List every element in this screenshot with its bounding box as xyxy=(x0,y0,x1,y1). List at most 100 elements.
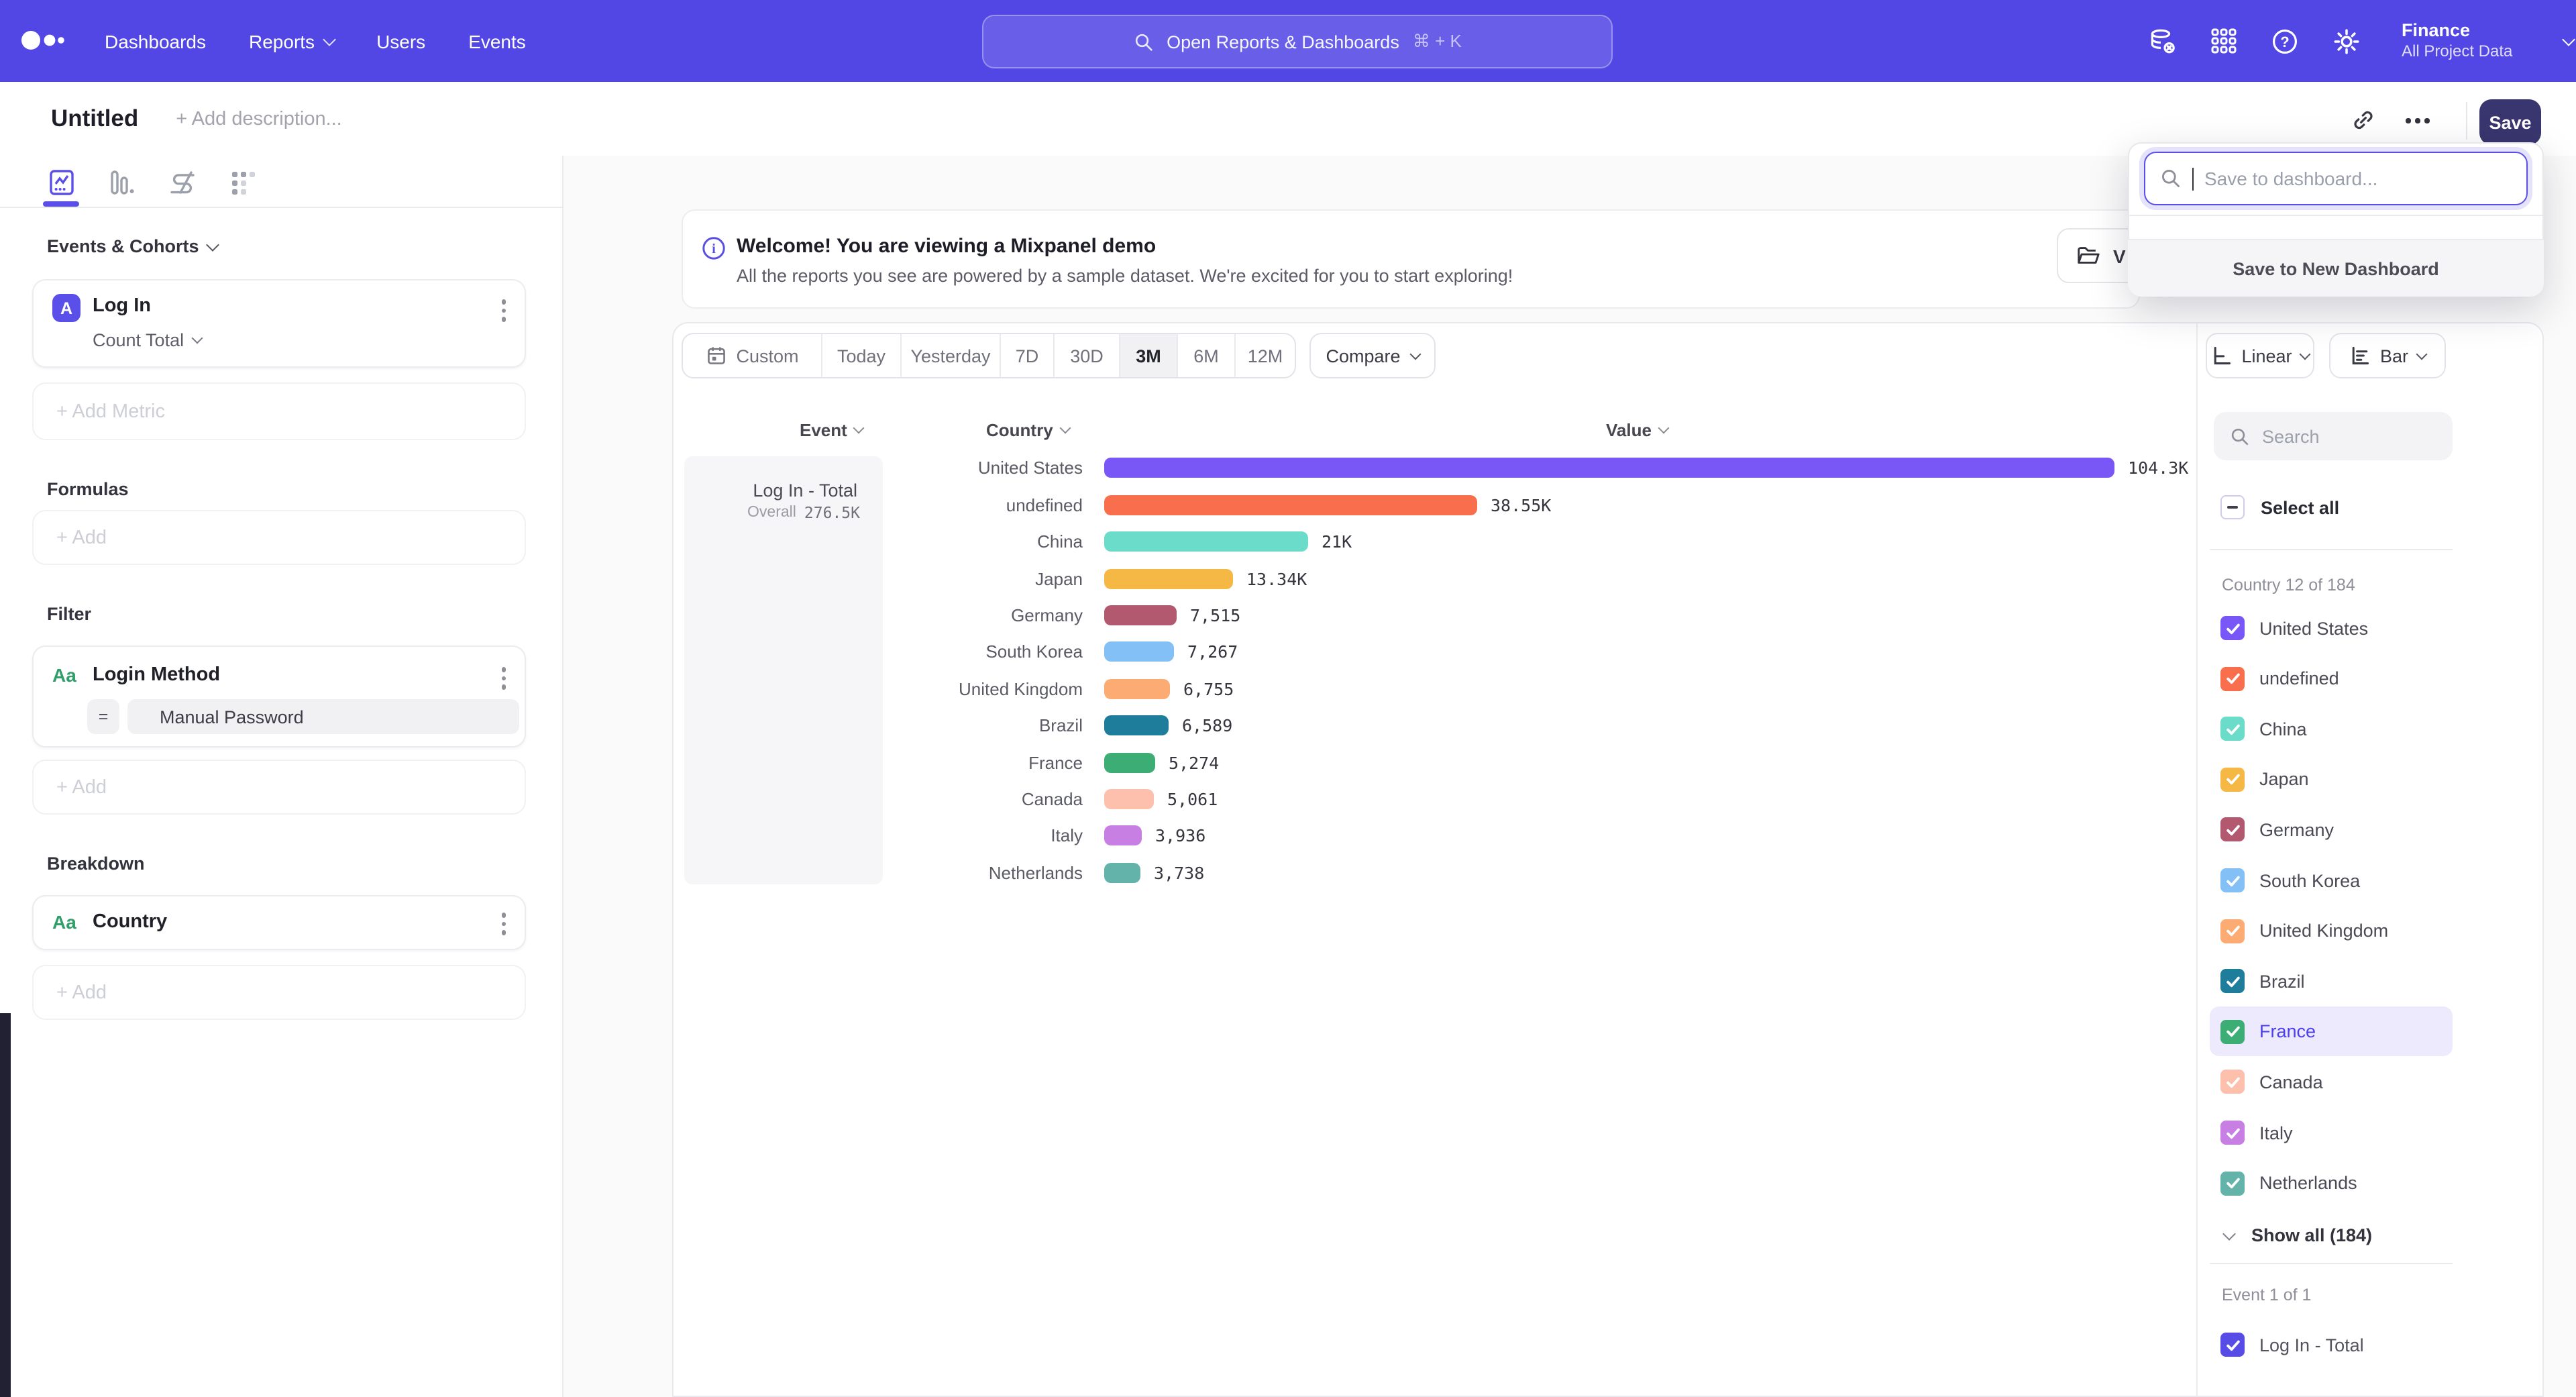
legend-item-japan[interactable]: Japan xyxy=(2210,755,2453,805)
legend-item-undefined[interactable]: undefined xyxy=(2210,654,2453,703)
event-name[interactable]: Log In xyxy=(93,295,151,317)
breakdown-kebab-icon[interactable] xyxy=(501,913,506,935)
item-checkbox[interactable] xyxy=(2220,717,2245,741)
legend-item-germany[interactable]: Germany xyxy=(2210,805,2453,855)
bar-segment[interactable] xyxy=(1104,863,1140,883)
data-management-icon[interactable] xyxy=(2148,26,2178,56)
bar-segment[interactable] xyxy=(1104,789,1154,809)
events-section-header[interactable]: Events & Cohorts xyxy=(47,236,218,256)
select-all-label: Select all xyxy=(2261,497,2339,517)
add-metric-button[interactable]: + Add Metric xyxy=(32,382,526,440)
project-selector[interactable]: Finance All Project Data xyxy=(2402,19,2512,62)
chart-row-brazil: Brazil6,589 xyxy=(0,707,2576,744)
copy-link-icon[interactable] xyxy=(2351,107,2376,133)
select-all-row[interactable]: Select all xyxy=(2220,495,2339,519)
bar-segment[interactable] xyxy=(1104,495,1477,515)
aggregation-dropdown[interactable]: Count Total xyxy=(93,330,201,350)
range-3m[interactable]: 3M xyxy=(1120,334,1178,377)
bar-segment[interactable] xyxy=(1104,679,1170,699)
item-checkbox[interactable] xyxy=(2220,969,2245,993)
bar-segment[interactable] xyxy=(1104,532,1308,552)
category-label: Brazil xyxy=(1039,715,1083,735)
column-header-country[interactable]: Country xyxy=(986,420,1069,440)
item-checkbox[interactable] xyxy=(2220,666,2245,690)
chart-type-dropdown[interactable]: Bar xyxy=(2329,333,2446,378)
bar-segment[interactable] xyxy=(1104,642,1174,662)
tab-retention-icon[interactable] xyxy=(228,168,258,197)
item-checkbox[interactable] xyxy=(2220,919,2245,943)
item-checkbox[interactable] xyxy=(2220,1121,2245,1145)
add-breakdown-button[interactable]: + Add xyxy=(32,965,526,1020)
property-type-badge: Aa xyxy=(52,911,76,933)
more-options-button[interactable] xyxy=(2406,118,2429,123)
breakdown-card-country[interactable]: Aa Country xyxy=(32,895,526,950)
value-label: 3,738 xyxy=(1154,862,1204,882)
bar-segment[interactable] xyxy=(1104,458,2114,478)
legend-item-netherlands[interactable]: Netherlands xyxy=(2210,1158,2453,1208)
breakdown-property-name[interactable]: Country xyxy=(93,911,167,933)
topnav-item-dashboards[interactable]: Dashboards xyxy=(105,30,206,52)
item-checkbox[interactable] xyxy=(2220,1070,2245,1094)
bar-segment[interactable] xyxy=(1104,826,1142,846)
bar-segment[interactable] xyxy=(1104,716,1169,736)
help-icon[interactable]: ? xyxy=(2270,26,2300,56)
range-6m[interactable]: 6M xyxy=(1178,334,1236,377)
legend-search-input[interactable]: Search xyxy=(2214,412,2453,460)
range-30d[interactable]: 30D xyxy=(1055,334,1120,377)
item-checkbox[interactable] xyxy=(2220,818,2245,842)
bar-segment[interactable] xyxy=(1104,568,1233,588)
legend-item-china[interactable]: China xyxy=(2210,704,2453,754)
mixpanel-logo-icon[interactable] xyxy=(16,23,75,58)
legend-item-italy[interactable]: Italy xyxy=(2210,1108,2453,1157)
item-checkbox[interactable] xyxy=(2220,768,2245,792)
item-checkbox[interactable] xyxy=(2220,616,2245,640)
bar-segment[interactable] xyxy=(1104,605,1177,625)
legend-event-row[interactable]: Log In - Total xyxy=(2220,1333,2364,1357)
apps-grid-icon[interactable] xyxy=(2210,27,2238,55)
settings-gear-icon[interactable] xyxy=(2332,26,2361,56)
item-label: Netherlands xyxy=(2259,1173,2357,1193)
legend-item-brazil[interactable]: Brazil xyxy=(2210,956,2453,1006)
range-yesterday[interactable]: Yesterday xyxy=(902,334,1001,377)
tab-flows-icon[interactable] xyxy=(168,168,197,197)
column-header-event[interactable]: Event xyxy=(800,420,863,440)
legend-item-united-kingdom[interactable]: United Kingdom xyxy=(2210,906,2453,955)
show-all-button[interactable]: Show all (184) xyxy=(2224,1225,2372,1245)
scale-dropdown[interactable]: Linear xyxy=(2206,333,2314,378)
range-today[interactable]: Today xyxy=(822,334,902,377)
save-to-new-dashboard-button[interactable]: Save to New Dashboard xyxy=(2128,239,2544,297)
topnav-item-users[interactable]: Users xyxy=(376,30,425,52)
save-dashboard-search-input[interactable]: Save to dashboard... xyxy=(2144,152,2528,205)
legend-item-south-korea[interactable]: South Korea xyxy=(2210,856,2453,905)
bar-segment[interactable] xyxy=(1104,752,1155,772)
select-all-checkbox-indeterminate[interactable] xyxy=(2220,495,2245,519)
range-12m[interactable]: 12M xyxy=(1236,334,1295,377)
column-header-value[interactable]: Value xyxy=(1606,420,1668,440)
topnav-item-events[interactable]: Events xyxy=(468,30,526,52)
item-checkbox[interactable] xyxy=(2220,1171,2245,1195)
chart-row-china: China21K xyxy=(0,523,2576,560)
item-label: France xyxy=(2259,1022,2316,1042)
topnav-item-reports[interactable]: Reports xyxy=(249,30,333,52)
project-chevron-down-icon[interactable] xyxy=(2562,32,2575,46)
top-nav-right: ? Finance All Project Data xyxy=(2148,0,2573,82)
add-description-button[interactable]: + Add description... xyxy=(176,108,341,130)
tab-insights-icon[interactable] xyxy=(47,168,76,197)
compare-button[interactable]: Compare xyxy=(1309,333,1436,378)
legend-item-france[interactable]: France xyxy=(2210,1007,2453,1057)
report-title[interactable]: Untitled xyxy=(51,105,138,133)
item-checkbox[interactable] xyxy=(2220,1020,2245,1044)
legend-item-united-states[interactable]: United States xyxy=(2210,603,2453,653)
global-search-button[interactable]: Open Reports & Dashboards ⌘ + K xyxy=(982,15,1613,68)
chart-row-united-states: United States104.3K xyxy=(0,450,2576,487)
tab-funnels-icon[interactable] xyxy=(107,168,137,197)
range-7d[interactable]: 7D xyxy=(1001,334,1055,377)
metric-card-log-in[interactable]: A Log In Count Total xyxy=(32,279,526,368)
metric-kebab-icon[interactable] xyxy=(501,299,506,321)
event-checkbox[interactable] xyxy=(2220,1333,2245,1357)
chart-row-japan: Japan13.34K xyxy=(0,560,2576,597)
legend-item-canada[interactable]: Canada xyxy=(2210,1057,2453,1107)
save-button[interactable]: Save xyxy=(2479,99,2541,145)
item-checkbox[interactable] xyxy=(2220,868,2245,892)
range-custom[interactable]: Custom xyxy=(683,334,822,377)
